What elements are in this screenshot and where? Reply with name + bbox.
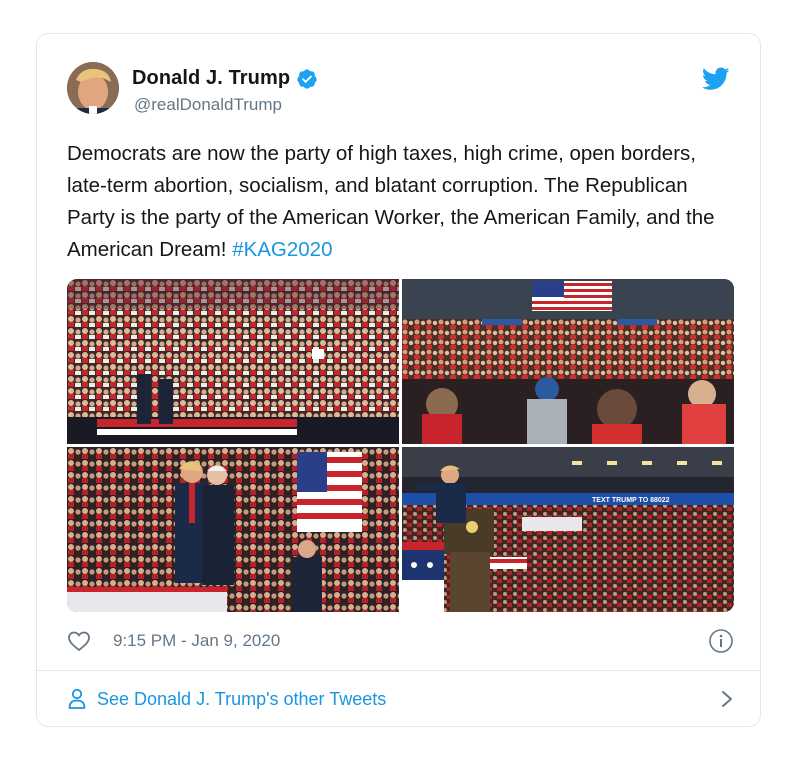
verified-badge-icon	[296, 68, 318, 90]
hashtag-link[interactable]: #KAG2020	[232, 238, 332, 261]
tweet-meta-row: 9:15 PM - Jan 9, 2020	[67, 626, 734, 656]
author-name[interactable]: Donald J. Trump	[132, 67, 290, 90]
photo-grid: TEXT TRUMP TO 88022	[67, 279, 734, 612]
photo-3[interactable]	[67, 447, 399, 612]
tweet-body: Democrats are now the party of high taxe…	[67, 142, 715, 261]
twitter-bird-icon[interactable]	[701, 67, 730, 91]
photo-1[interactable]	[67, 279, 399, 444]
info-icon[interactable]	[708, 628, 734, 654]
avatar[interactable]	[67, 62, 119, 114]
see-other-tweets-label: See Donald J. Trump's other Tweets	[97, 688, 387, 709]
heart-icon[interactable]	[67, 629, 91, 653]
person-icon	[67, 688, 87, 710]
chevron-right-icon	[720, 690, 734, 708]
see-other-tweets-link[interactable]: See Donald J. Trump's other Tweets	[67, 684, 734, 714]
tweet-text: Democrats are now the party of high taxe…	[67, 138, 732, 266]
arena-banner-text: TEXT TRUMP TO 88022	[592, 497, 670, 504]
author-handle[interactable]: @realDonaldTrump	[134, 95, 282, 115]
author-row: Donald J. Trump	[132, 67, 318, 90]
photo-4[interactable]: TEXT TRUMP TO 88022	[402, 447, 734, 612]
photo-2[interactable]	[402, 279, 734, 444]
tweet-card: Donald J. Trump @realDonaldTrump Democra…	[36, 33, 761, 727]
tweet-timestamp[interactable]: 9:15 PM - Jan 9, 2020	[113, 631, 280, 651]
divider	[37, 670, 760, 671]
